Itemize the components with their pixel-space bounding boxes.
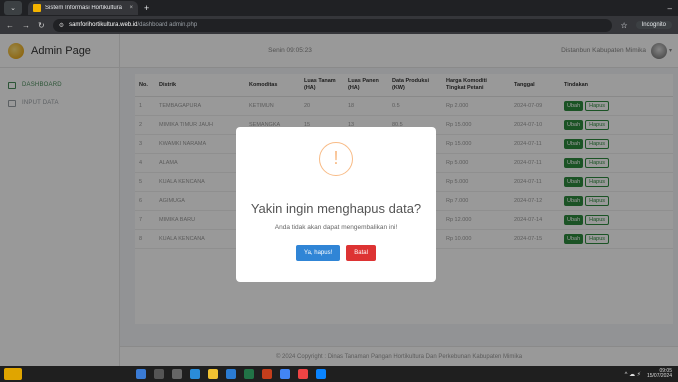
confirm-delete-button[interactable]: Ya, hapus! [296,245,341,261]
browser-address-bar: ← → ↻ ⚙ samforihortikultura.web.id /dash… [0,16,678,34]
tab-favicon-icon [33,4,41,12]
tab-title: Sistem Informasi Hortikultura [45,5,123,11]
confirm-delete-dialog: ! Yakin ingin menghapus data? Anda tidak… [236,127,436,282]
powerpoint-icon[interactable] [262,369,272,379]
widgets-icon[interactable] [4,368,22,380]
cancel-button[interactable]: Batal [346,245,376,261]
start-icon[interactable] [136,369,146,379]
incognito-badge[interactable]: Incognito [635,21,672,29]
os-taskbar: ^ ☁ ⚡ 09:05 15/07/2024 [0,366,678,382]
vscode-icon[interactable] [316,369,326,379]
chrome-icon[interactable] [280,369,290,379]
excel-icon[interactable] [244,369,254,379]
browser-tab-bar: ⌄ Sistem Informasi Hortikultura × + – [0,0,678,16]
site-info-icon[interactable]: ⚙ [59,22,64,29]
warning-icon: ! [319,142,353,176]
url-path: /dashboard admin.php [137,22,198,28]
url-input[interactable]: ⚙ samforihortikultura.web.id /dashboard … [52,18,613,32]
window-minimize-icon[interactable]: – [668,4,678,13]
new-tab-button[interactable]: + [144,3,149,13]
dialog-title: Yakin ingin menghapus data? [250,201,422,216]
search-icon[interactable] [154,369,164,379]
bookmark-star-icon[interactable]: ☆ [620,21,627,30]
word-icon[interactable] [226,369,236,379]
dialog-text: Anda tidak akan dapat mengembalikan ini! [274,224,398,231]
browser-tab[interactable]: Sistem Informasi Hortikultura × [28,1,138,15]
forward-icon[interactable]: → [22,21,30,30]
clock[interactable]: 09:05 15/07/2024 [646,368,672,380]
reload-icon[interactable]: ↻ [38,21,45,30]
edge-icon[interactable] [190,369,200,379]
app-icon[interactable] [298,369,308,379]
url-host: samforihortikultura.web.id [69,22,138,28]
task-view-icon[interactable] [172,369,182,379]
window-menu-button[interactable]: ⌄ [4,1,22,15]
explorer-icon[interactable] [208,369,218,379]
back-icon[interactable]: ← [6,21,14,30]
tab-close-icon[interactable]: × [129,5,133,11]
taskbar-date: 15/07/2024 [646,373,672,379]
system-tray-icon[interactable]: ^ ☁ ⚡ [625,371,641,378]
